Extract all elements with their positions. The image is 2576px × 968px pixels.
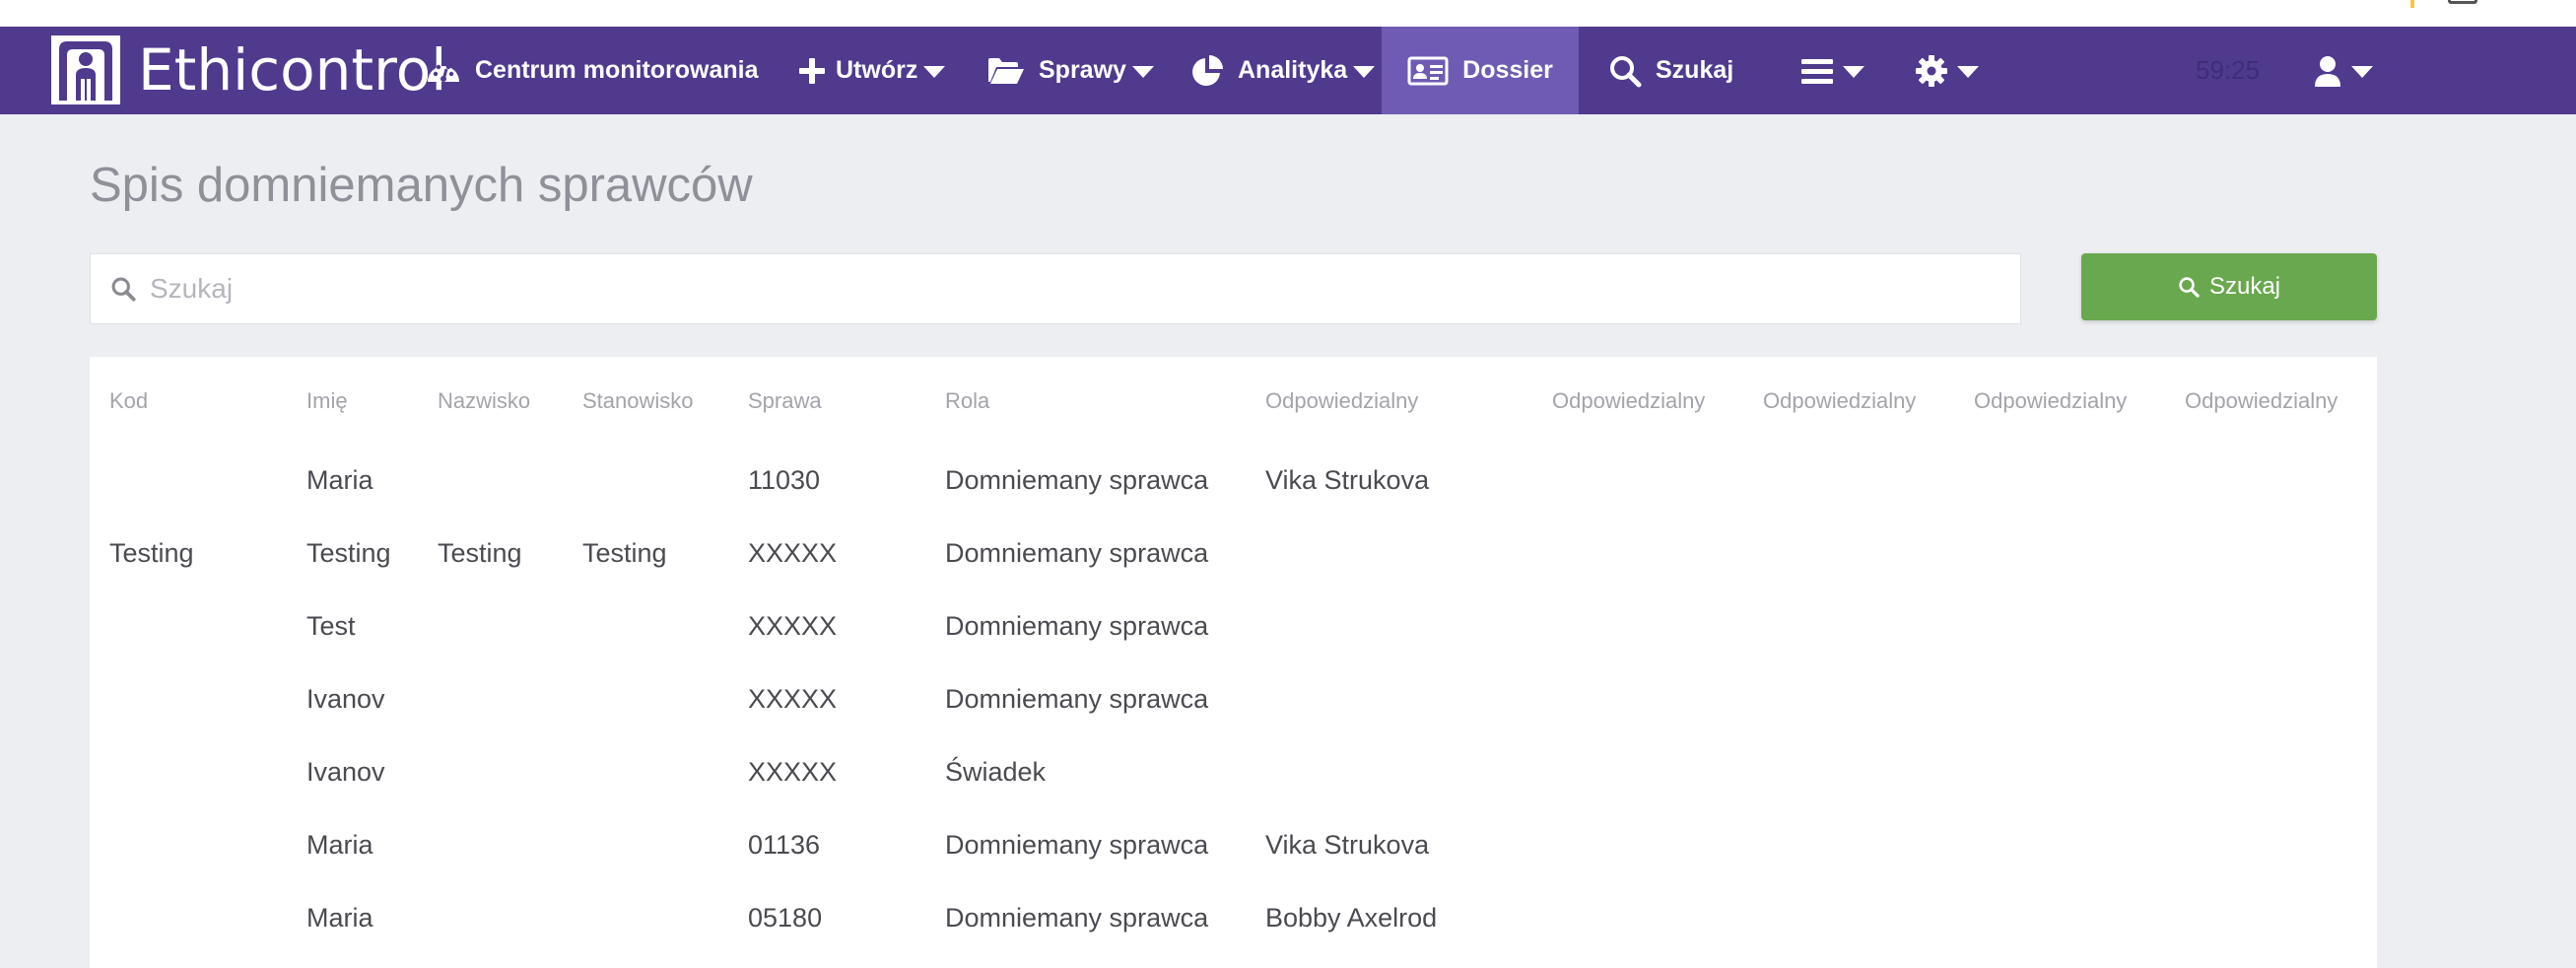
cell-case: XXXXX [748, 757, 838, 787]
column-header-responsible-5[interactable]: Odpowiedzialny [2185, 388, 2338, 414]
chevron-down-icon [1131, 65, 1154, 78]
nav-monitoring-label: Centrum monitorowania [475, 56, 759, 84]
folder-open-icon [987, 57, 1025, 85]
column-header-responsible-2[interactable]: Odpowiedzialny [1552, 388, 1705, 414]
search-button[interactable]: Szukaj [2081, 253, 2377, 320]
window-icon [2448, 0, 2477, 4]
page-title: Spis domniemanych sprawców [90, 159, 753, 212]
hamburger-menu-icon [1801, 57, 1833, 85]
session-timer: 59:25 [2196, 55, 2261, 85]
chevron-down-icon [1353, 65, 1376, 78]
column-header-responsible-1[interactable]: Odpowiedzialny [1265, 388, 1418, 414]
cell-case: 11030 [748, 465, 821, 495]
search-box[interactable] [90, 253, 2021, 324]
cell-role: Domniemany sprawca [945, 465, 1209, 495]
search-input[interactable] [148, 272, 1926, 306]
nav-user-menu[interactable] [2314, 27, 2373, 114]
cell-responsible: Bobby Axelrod [1265, 903, 1438, 933]
cell-first-name: Testing [306, 538, 391, 568]
column-header-responsible-4[interactable]: Odpowiedzialny [1974, 388, 2127, 414]
cell-first-name: Ivanov [306, 757, 385, 787]
browser-top-strip [0, 0, 2576, 27]
cell-role: Świadek [945, 757, 1047, 787]
user-icon [2314, 55, 2341, 87]
cell-case: 01136 [748, 830, 821, 860]
cell-responsible: Vika Strukova [1265, 465, 1430, 495]
cell-code: Testing [109, 538, 194, 568]
cell-case: 05180 [748, 903, 823, 933]
cell-case: XXXXX [748, 538, 838, 568]
brand-logo[interactable]: Ethicontrol [51, 35, 446, 105]
cell-role: Domniemany sprawca [945, 903, 1209, 933]
nav-search-label: Szukaj [1656, 56, 1734, 84]
cell-first-name: Maria [306, 903, 373, 933]
cell-first-name: Maria [306, 465, 373, 495]
id-card-icon [1407, 56, 1449, 86]
nav-menu[interactable] [1801, 27, 1864, 114]
chevron-down-icon [923, 65, 946, 78]
yellow-marker [2410, 0, 2414, 8]
dashboard-gauge-icon [426, 56, 461, 86]
cell-case: XXXXX [748, 684, 838, 714]
column-header-case[interactable]: Sprawa [748, 388, 822, 414]
cell-role: Domniemany sprawca [945, 611, 1209, 641]
nav-analytics[interactable]: Analityka [1190, 27, 1376, 114]
cell-first-name: Ivanov [306, 684, 385, 714]
search-button-label: Szukaj [2208, 273, 2281, 300]
cell-position: Testing [582, 538, 667, 568]
nav-analytics-label: Analityka [1238, 56, 1348, 84]
pie-chart-icon [1190, 54, 1224, 88]
nav-create-label: Utwórz [836, 56, 918, 84]
cell-role: Domniemany sprawca [945, 684, 1209, 714]
gear-icon [1916, 54, 1947, 87]
nav-settings[interactable] [1916, 27, 1979, 114]
chevron-down-icon [1843, 65, 1864, 78]
ethicontrol-logo-icon [51, 35, 120, 104]
suspects-table: Kod Imię Nazwisko Stanowisko Sprawa Rola… [90, 357, 2377, 968]
column-header-first-name[interactable]: Imię [306, 388, 348, 414]
cell-first-name: Test [306, 611, 356, 641]
cell-responsible: Vika Strukova [1265, 830, 1430, 860]
nav-cases[interactable]: Sprawy [987, 27, 1154, 114]
column-header-position[interactable]: Stanowisko [582, 388, 694, 414]
nav-dossier[interactable]: Dossier [1382, 27, 1579, 114]
search-icon [1608, 54, 1642, 88]
cell-last-name: Testing [438, 538, 522, 568]
nav-cases-label: Sprawy [1039, 56, 1126, 84]
chevron-down-icon [2351, 65, 2373, 78]
cell-role: Domniemany sprawca [945, 538, 1209, 568]
column-header-code[interactable]: Kod [109, 388, 148, 414]
search-icon [2178, 276, 2200, 298]
nav-search[interactable]: Szukaj [1608, 27, 1733, 114]
search-icon [110, 276, 136, 302]
column-header-last-name[interactable]: Nazwisko [438, 388, 530, 414]
cell-role: Domniemany sprawca [945, 830, 1209, 860]
brand-name: Ethicontrol [138, 36, 447, 104]
nav-monitoring-center[interactable]: Centrum monitorowania [426, 27, 759, 114]
column-header-responsible-3[interactable]: Odpowiedzialny [1763, 388, 1916, 414]
chevron-down-icon [1957, 65, 1979, 78]
cell-case: XXXXX [748, 611, 838, 641]
plus-icon [798, 57, 826, 85]
cell-first-name: Maria [306, 830, 373, 860]
column-header-role[interactable]: Rola [945, 388, 989, 414]
nav-dossier-label: Dossier [1462, 56, 1553, 84]
top-navbar: Ethicontrol Centrum monitorowania Utwórz… [0, 27, 2576, 114]
nav-create[interactable]: Utwórz [798, 27, 946, 114]
